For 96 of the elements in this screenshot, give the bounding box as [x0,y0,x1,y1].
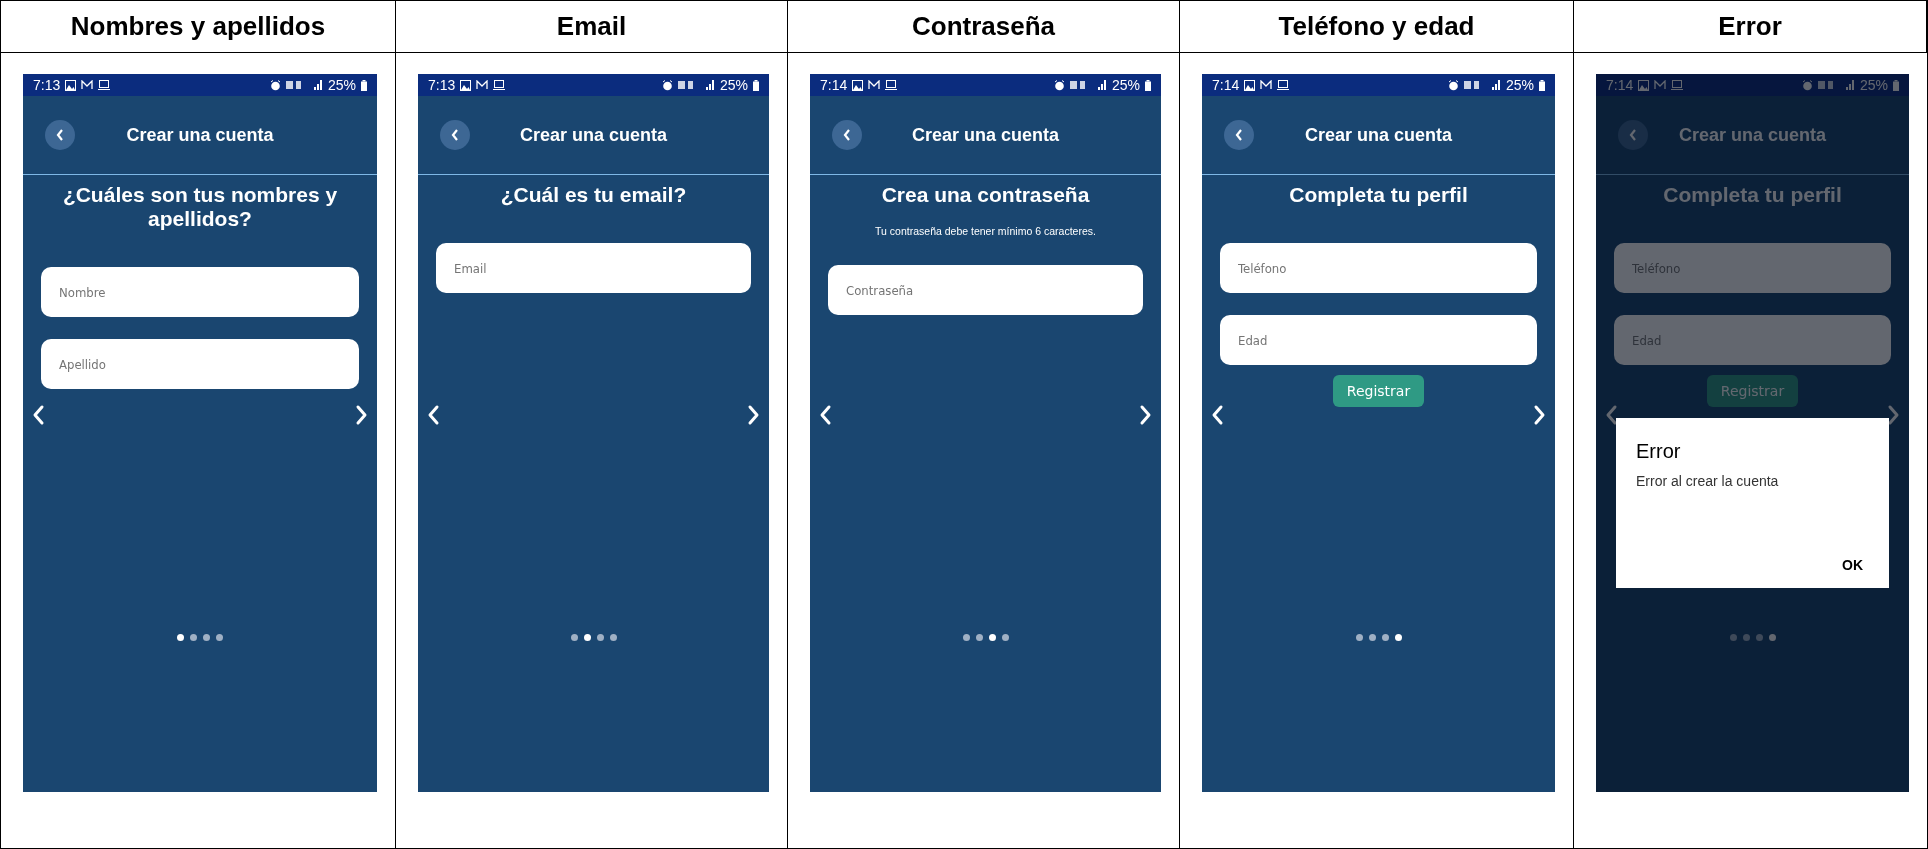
alarm-icon [269,79,281,91]
dialog-message: Error al crear la cuenta [1636,473,1780,491]
image-icon [460,79,472,91]
input-field[interactable]: Edad [1220,315,1537,366]
battery-percent: 25% [1505,77,1534,93]
page-dot[interactable] [1381,634,1389,641]
page-dot[interactable] [1368,634,1376,641]
page-dot[interactable] [609,634,617,641]
signal-icon [1844,80,1855,90]
page-dot[interactable] [190,634,197,641]
battery-percent: 25% [719,77,748,93]
column-header: Email [556,11,627,42]
alarm-icon [661,79,673,91]
image-icon [852,79,864,91]
chevron-left-icon [55,128,65,142]
chevron-left-icon [842,128,852,142]
back-button[interactable] [45,120,75,150]
chevron-left-icon [1234,128,1244,142]
register-button[interactable]: Registrar [1332,375,1425,408]
battery-icon [1893,79,1899,91]
back-button[interactable] [440,120,470,150]
mail-icon [476,80,489,90]
dialog-title: Error [1636,440,1682,463]
mail-icon [1260,80,1273,90]
laptop-icon [493,80,506,90]
signal-icon [312,80,323,90]
laptop-icon [1671,80,1684,90]
alarm-icon [1801,79,1813,91]
input-field[interactable]: Teléfono [1220,243,1537,294]
column-header: Nombres y apellidos [70,11,326,42]
page-dot[interactable] [203,634,210,641]
laptop-icon [98,80,111,90]
image-icon [1244,79,1256,91]
page-dot[interactable] [1768,634,1776,641]
screen-title: Crear una cuenta [1303,124,1454,146]
input-field[interactable]: Apellido [41,339,359,390]
status-time: 7:13 [33,77,61,93]
back-button[interactable] [832,120,862,150]
signal-icon [1096,80,1107,90]
back-button[interactable] [1224,120,1254,150]
page-dot[interactable] [177,634,184,641]
image-icon [65,79,77,91]
laptop-icon [885,80,898,90]
page-dot[interactable] [988,634,996,641]
page-dot[interactable] [962,634,970,641]
laptop-icon [1277,80,1290,90]
page-dot[interactable] [1755,634,1763,641]
page-dot[interactable] [583,634,591,641]
battery-percent: 25% [327,77,356,93]
screen-title: Crear una cuenta [518,124,669,146]
page-dot[interactable] [216,634,223,641]
question-heading: Completa tu perfil [1663,183,1842,208]
battery-icon [1539,79,1545,91]
battery-icon [361,79,367,91]
screen-title: Crear una cuenta [910,124,1061,146]
status-time: 7:14 [1606,77,1634,93]
signal-icon [704,80,715,90]
input-field[interactable]: Contraseña [828,265,1143,316]
page-dot[interactable] [1355,634,1363,641]
input-field[interactable]: Nombre [41,267,359,318]
page-dot[interactable] [596,634,604,641]
column-header: Teléfono y edad [1278,11,1475,42]
screen-title: Crear una cuenta [1677,124,1828,146]
mail-icon [868,80,881,90]
chevron-left-icon [1628,128,1638,142]
status-time: 7:14 [820,77,848,93]
question-heading: Crea una contraseña [881,183,1090,208]
status-time: 7:13 [428,77,456,93]
question-heading: Completa tu perfil [1289,183,1468,208]
input-field[interactable]: Email [436,243,751,294]
chevron-left-icon [450,128,460,142]
signal-icon [1490,80,1501,90]
question-heading: ¿Cuáles son tus nombres y apellidos? [61,183,339,232]
column-header: Error [1718,11,1782,42]
question-heading: ¿Cuál es tu email? [500,183,687,208]
alarm-icon [1053,79,1065,91]
page-dot[interactable] [570,634,578,641]
hint-text: Tu contraseña debe tener mínimo 6 caracteres. [875,225,1096,238]
status-time: 7:14 [1212,77,1240,93]
page-dot[interactable] [1742,634,1750,641]
page-dot[interactable] [1729,634,1737,641]
battery-percent: 25% [1111,77,1140,93]
register-button[interactable]: Registrar [1706,375,1799,408]
mail-icon [1654,80,1667,90]
page-dot[interactable] [1001,634,1009,641]
battery-percent: 25% [1859,77,1888,93]
page-dot[interactable] [1394,634,1402,641]
battery-icon [753,79,759,91]
page-dot[interactable] [975,634,983,641]
image-icon [1638,79,1650,91]
alarm-icon [1447,79,1459,91]
ok-button[interactable]: OK [1836,556,1869,574]
screen-title: Crear una cuenta [125,124,275,146]
column-header: Contraseña [911,11,1055,42]
battery-icon [1145,79,1151,91]
mail-icon [81,80,94,90]
